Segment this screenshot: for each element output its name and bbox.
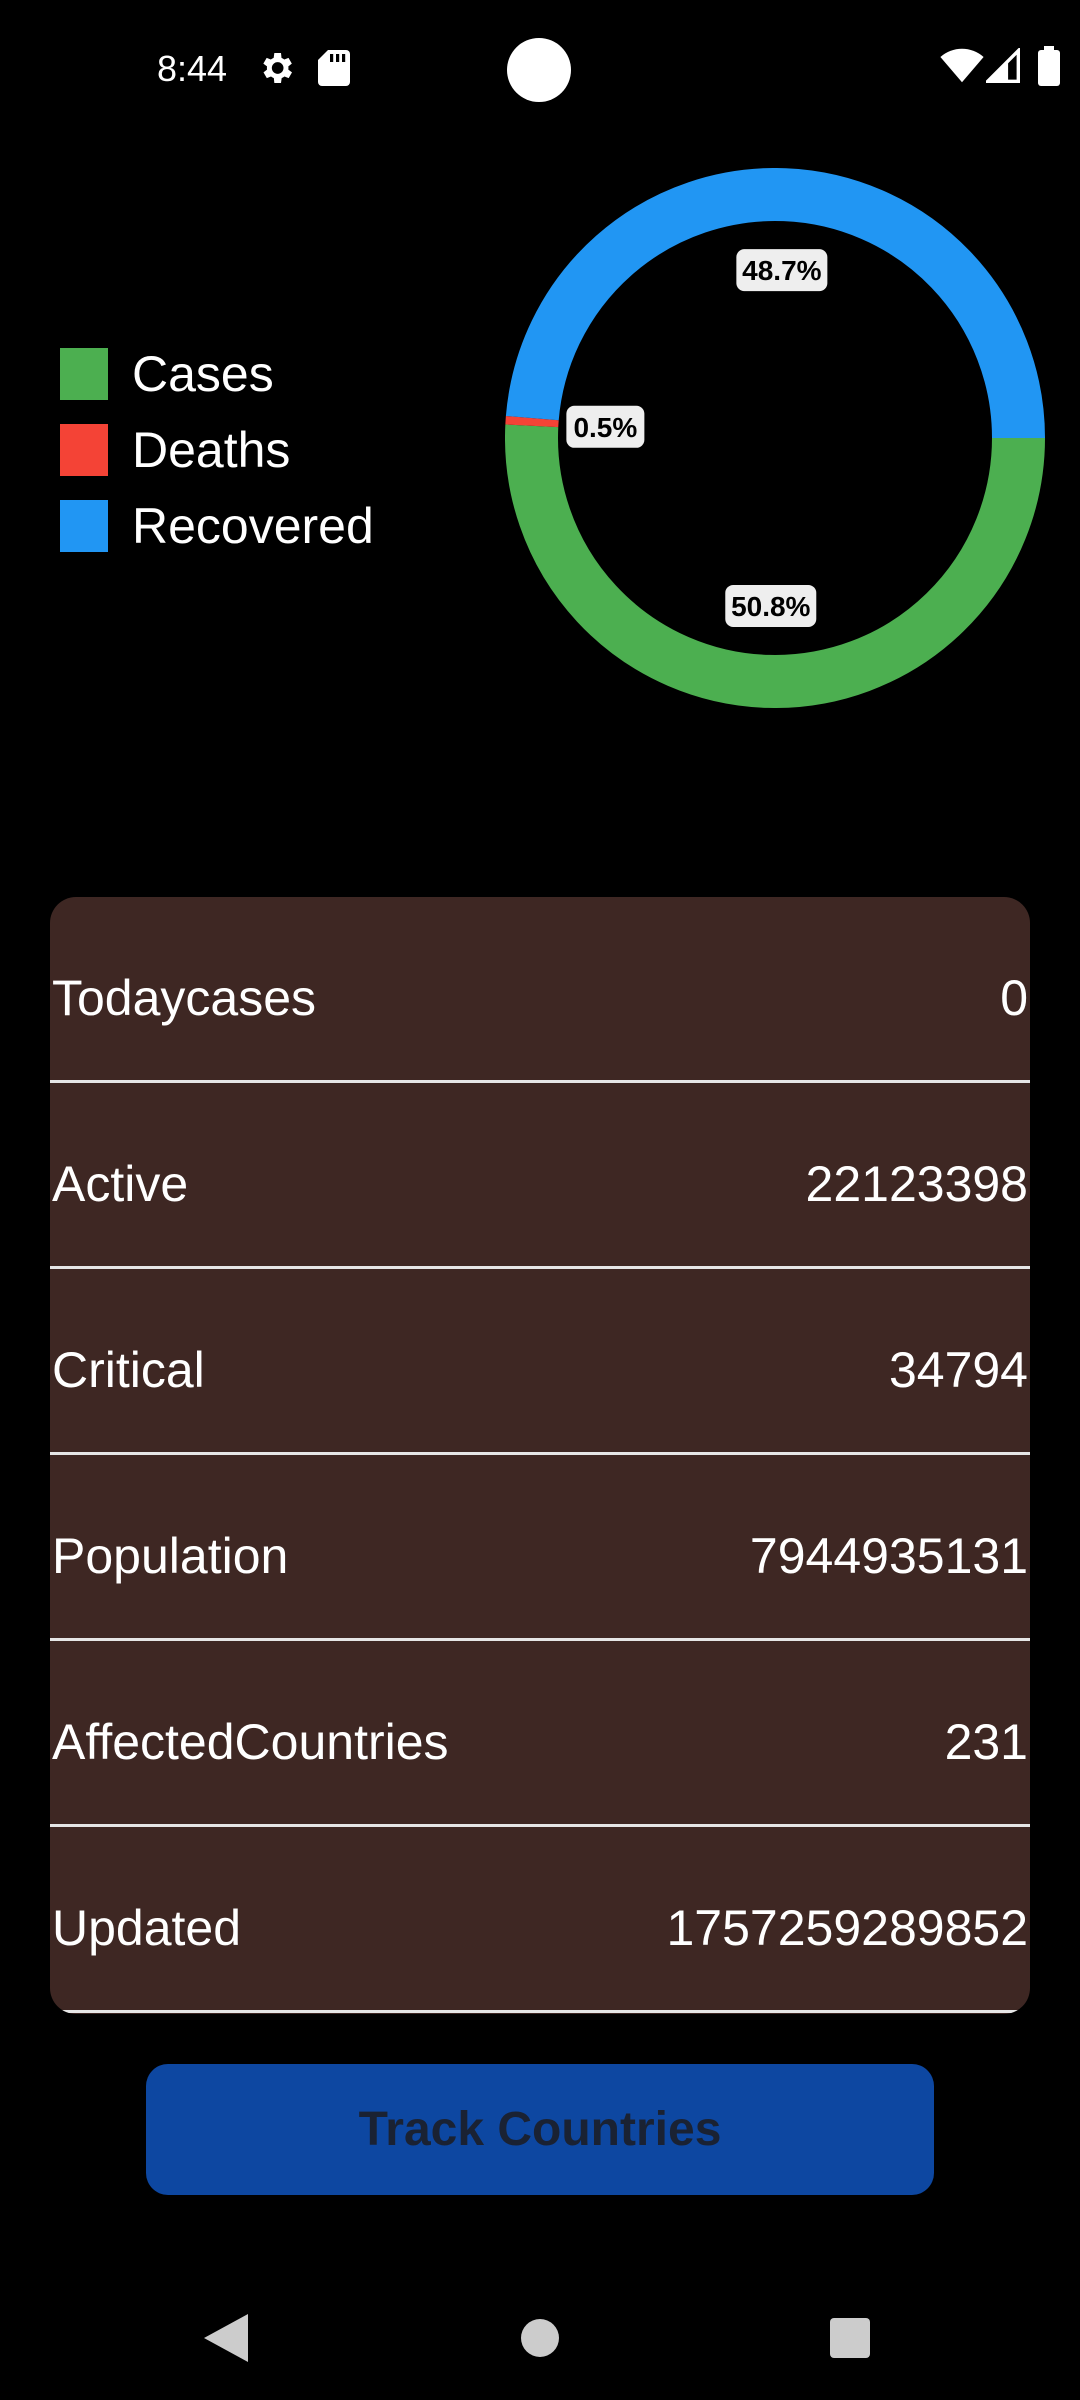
- stat-value: 7944935131: [749, 1528, 1028, 1584]
- legend-swatch: [60, 500, 108, 552]
- pie-slice-deaths: [505, 415, 559, 428]
- recents-icon[interactable]: [830, 2318, 870, 2358]
- stat-row-critical: Critical 34794: [50, 1269, 1030, 1455]
- navigation-bar: [0, 2290, 1080, 2400]
- status-bar: 8:44: [0, 0, 1080, 140]
- slice-value-label: 50.8%: [725, 584, 817, 627]
- stat-label: Active: [52, 1156, 189, 1212]
- stat-row-updated: Updated 1757259289852: [50, 1827, 1030, 2013]
- signal-icon: [986, 48, 1020, 83]
- stat-value: 22123398: [805, 1156, 1028, 1212]
- back-icon[interactable]: [204, 2314, 248, 2362]
- slice-value-text: 50.8%: [731, 591, 810, 622]
- wifi-icon: [940, 48, 984, 83]
- stat-row-todaycases: Todaycases 0: [50, 897, 1030, 1083]
- stat-label: AffectedCountries: [52, 1714, 449, 1770]
- track-countries-button[interactable]: Track Countries: [146, 2064, 934, 2195]
- stat-value: 0: [1000, 970, 1028, 1026]
- legend-item-cases: Cases: [60, 336, 374, 412]
- slice-value-label: 48.7%: [736, 249, 828, 292]
- stat-value: 231: [944, 1714, 1028, 1770]
- stat-label: Todaycases: [52, 970, 317, 1026]
- sd-card-icon: [318, 50, 350, 86]
- pie-slice-recovered: [505, 168, 1045, 439]
- legend-item-deaths: Deaths: [60, 412, 374, 488]
- stat-label: Population: [52, 1528, 289, 1584]
- camera-cutout: [507, 38, 571, 102]
- slice-value-label: 0.5%: [566, 405, 645, 448]
- legend-swatch: [60, 424, 108, 476]
- battery-icon: [1038, 46, 1060, 86]
- legend-label: Deaths: [132, 422, 291, 478]
- stat-label: Critical: [52, 1342, 205, 1398]
- home-icon[interactable]: [520, 2318, 560, 2358]
- gear-icon: [263, 53, 292, 83]
- legend-item-recovered: Recovered: [60, 488, 374, 564]
- stat-row-population: Population 7944935131: [50, 1455, 1030, 1641]
- stat-row-affectedcountries: AffectedCountries 231: [50, 1641, 1030, 1827]
- legend-label: Recovered: [132, 498, 374, 554]
- chart-legend: Cases Deaths Recovered: [60, 336, 374, 564]
- legend-label: Cases: [132, 346, 274, 402]
- stat-value: 1757259289852: [666, 1900, 1029, 1956]
- stat-label: Updated: [52, 1900, 242, 1956]
- stat-value: 34794: [888, 1342, 1028, 1398]
- slice-value-text: 0.5%: [573, 412, 637, 443]
- slice-value-text: 48.7%: [742, 255, 821, 286]
- pie-slice-cases: [505, 424, 1045, 708]
- donut-chart: 50.8% 0.5% 48.7%: [505, 168, 1045, 708]
- stat-row-active: Active 22123398: [50, 1083, 1030, 1269]
- stats-card: Todaycases 0 Active 22123398 Critical 34…: [50, 897, 1030, 2014]
- legend-swatch: [60, 348, 108, 400]
- status-time: 8:44: [157, 48, 228, 89]
